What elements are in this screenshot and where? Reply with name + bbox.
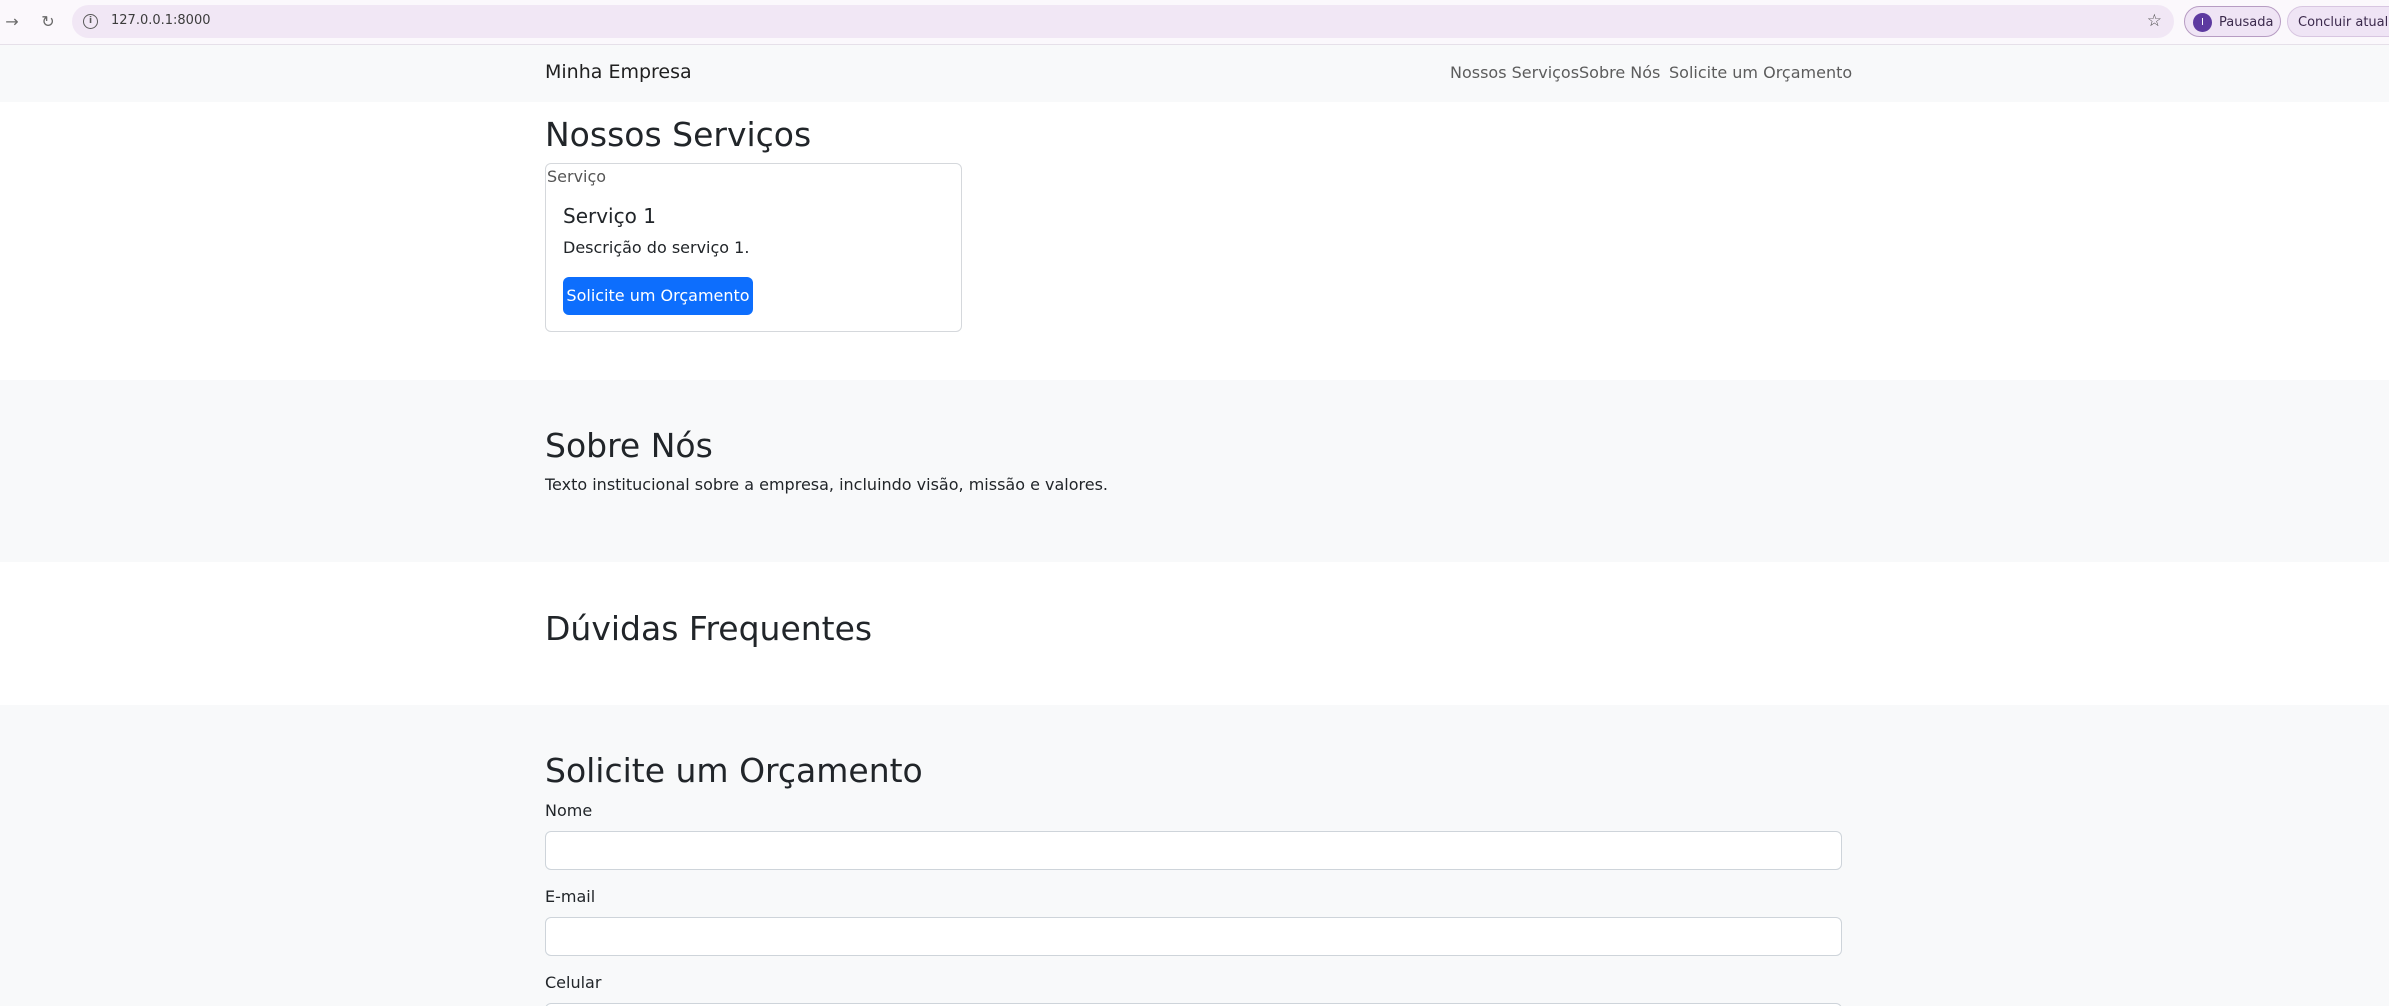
address-bar[interactable]: i 127.0.0.1:8000 ☆	[72, 5, 2174, 38]
service-card-description: Descrição do serviço 1.	[563, 238, 750, 257]
site-info-icon[interactable]: i	[83, 14, 98, 29]
bookmark-star-icon[interactable]: ☆	[2147, 11, 2162, 31]
nav-link-servicos[interactable]: Nossos Serviços	[1450, 63, 1579, 82]
url-text[interactable]: 127.0.0.1:8000	[111, 13, 211, 28]
update-button[interactable]: Concluir atualiza	[2287, 6, 2389, 37]
service-image: Serviço	[547, 167, 607, 186]
request-quote-button[interactable]: Solicite um Orçamento	[563, 277, 753, 315]
service-card-title: Serviço 1	[563, 204, 656, 228]
email-input[interactable]	[545, 917, 1842, 956]
name-input[interactable]	[545, 831, 1842, 870]
phone-label: Celular	[545, 973, 602, 992]
profile-status-label: Pausada	[2219, 15, 2274, 30]
about-section	[0, 380, 2389, 562]
email-label: E-mail	[545, 887, 596, 906]
service-card: Serviço Serviço 1 Descrição do serviço 1…	[545, 163, 962, 332]
about-heading: Sobre Nós	[545, 426, 713, 465]
profile-button[interactable]: I Pausada	[2184, 6, 2281, 37]
forward-icon[interactable]: →	[0, 10, 24, 34]
brand-link[interactable]: Minha Empresa	[545, 61, 692, 83]
avatar: I	[2193, 13, 2212, 32]
faq-section	[0, 562, 2389, 705]
services-section	[0, 102, 2389, 380]
nav-link-sobre[interactable]: Sobre Nós	[1579, 63, 1660, 82]
update-button-label: Concluir atualiza	[2298, 15, 2389, 30]
about-text: Texto institucional sobre a empresa, inc…	[545, 475, 1109, 494]
services-heading: Nossos Serviços	[545, 115, 812, 154]
nav-link-orcamento[interactable]: Solicite um Orçamento	[1669, 63, 1852, 82]
site-navbar: Minha Empresa Nossos Serviços Sobre Nós …	[0, 45, 2389, 102]
reload-icon[interactable]: ↻	[36, 10, 60, 34]
faq-heading: Dúvidas Frequentes	[545, 609, 873, 648]
name-label: Nome	[545, 801, 593, 820]
browser-toolbar: → ↻ i 127.0.0.1:8000 ☆ I Pausada Conclui…	[0, 0, 2389, 45]
quote-form-heading: Solicite um Orçamento	[545, 751, 923, 790]
